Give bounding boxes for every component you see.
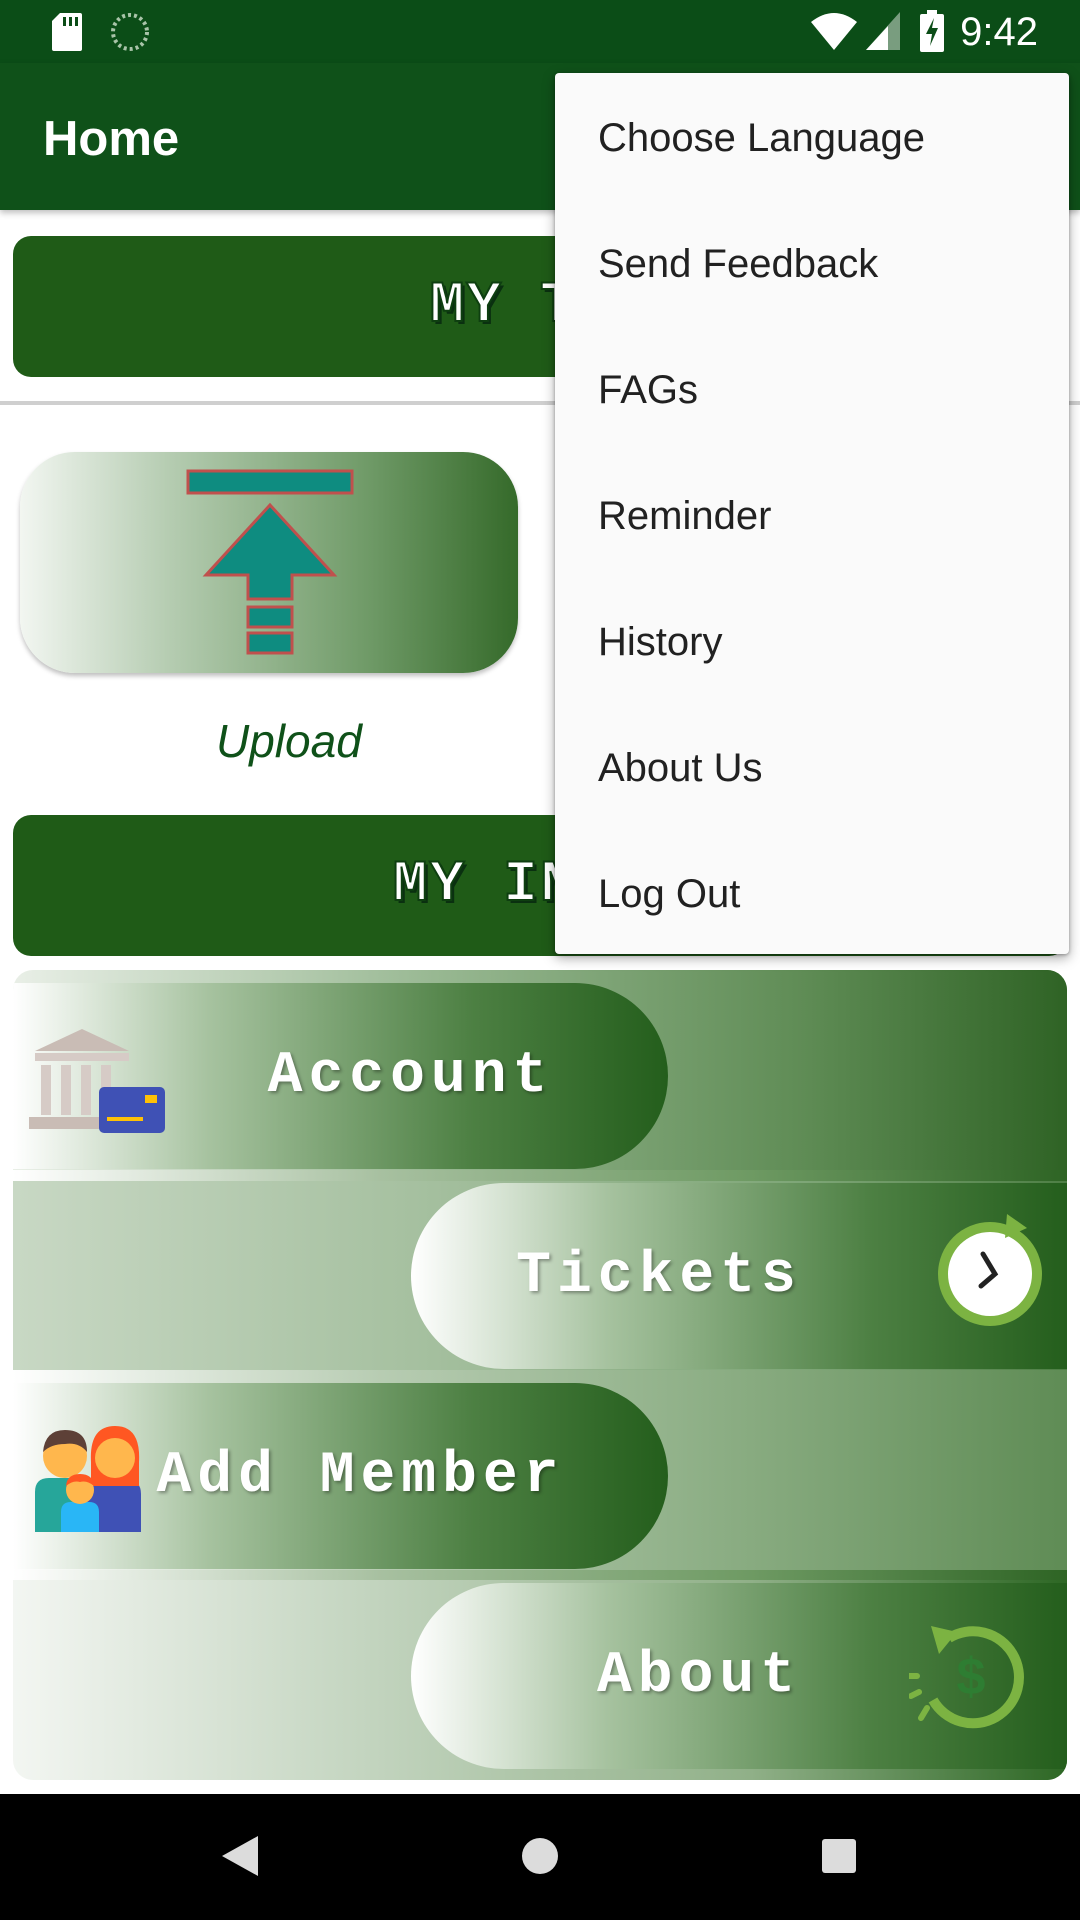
menu-item-label: Reminder (598, 493, 772, 538)
info-panel: Account Tickets Add Member About $ (13, 970, 1067, 1780)
menu-item-label: FAGs (598, 367, 699, 412)
menu-item-log-out[interactable]: Log Out (555, 831, 1069, 957)
menu-item-label: Log Out (598, 871, 741, 916)
system-nav-bar (0, 1794, 1080, 1920)
wifi-icon (811, 13, 857, 50)
cell-signal-icon (866, 12, 900, 50)
menu-item-label: History (598, 619, 723, 664)
home-icon[interactable] (522, 1838, 558, 1874)
money-refresh-icon: $ (909, 1626, 1024, 1729)
recents-icon[interactable] (822, 1839, 856, 1873)
upload-button[interactable] (20, 452, 518, 673)
menu-item-history[interactable]: History (555, 579, 1069, 705)
account-label: Account (267, 1043, 554, 1109)
svg-text:$: $ (957, 1648, 986, 1706)
timer-icon (938, 1214, 1042, 1326)
family-icon (35, 1426, 141, 1532)
sync-icon (111, 13, 149, 51)
menu-item-reminder[interactable]: Reminder (555, 453, 1069, 579)
menu-item-about-us[interactable]: About Us (555, 705, 1069, 831)
back-icon[interactable] (222, 1836, 258, 1876)
page-title: Home (43, 112, 180, 166)
status-time: 9:42 (960, 10, 1038, 54)
menu-item-fags[interactable]: FAGs (555, 327, 1069, 453)
upload-icon (186, 469, 354, 655)
menu-item-label: Choose Language (598, 115, 925, 160)
bank-card-icon (29, 1029, 165, 1133)
about-label: About (596, 1643, 802, 1709)
upload-label: Upload (216, 715, 362, 767)
menu-item-send-feedback[interactable]: Send Feedback (555, 201, 1069, 327)
status-bar: 9:42 (0, 0, 1080, 63)
battery-charging-icon (920, 10, 944, 52)
overflow-menu: Choose Language Send Feedback FAGs Remin… (555, 73, 1069, 954)
menu-item-label: Send Feedback (598, 241, 879, 286)
sd-card-icon (52, 13, 82, 51)
menu-item-label: About Us (598, 745, 763, 790)
tickets-label: Tickets (516, 1243, 802, 1309)
menu-item-choose-language[interactable]: Choose Language (555, 75, 1069, 201)
add-member-label: Add Member (156, 1443, 565, 1509)
